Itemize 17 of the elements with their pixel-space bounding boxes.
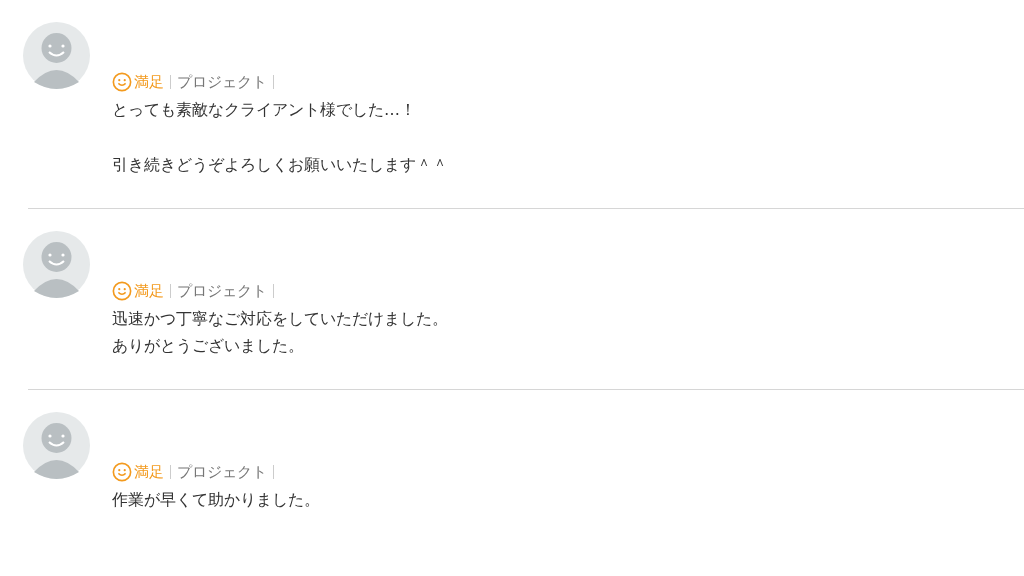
category-label: プロジェクト <box>177 462 267 482</box>
avatar <box>23 412 90 479</box>
avatar <box>23 22 90 89</box>
smiley-icon <box>112 72 132 92</box>
rating-label: 満足 <box>134 72 164 92</box>
category-label: プロジェクト <box>177 72 267 92</box>
avatar <box>23 231 90 298</box>
review-comment-line: 引き続きどうぞよろしくお願いいたします＾＾ <box>112 154 449 176</box>
review-comment-line: 作業が早くて助かりました。 <box>112 489 321 511</box>
smiley-icon <box>112 281 132 301</box>
rating-label: 満足 <box>134 462 164 482</box>
rating-label: 満足 <box>134 281 164 301</box>
category-label: プロジェクト <box>177 281 267 301</box>
review-comment-line: とっても素敵なクライアント様でした…！ <box>112 99 417 121</box>
review-comment-line: 迅速かつ丁寧なご対応をしていただけました。 <box>112 308 449 330</box>
review-comment-line: ありがとうございました。 <box>112 335 305 357</box>
smiley-icon <box>112 462 132 482</box>
